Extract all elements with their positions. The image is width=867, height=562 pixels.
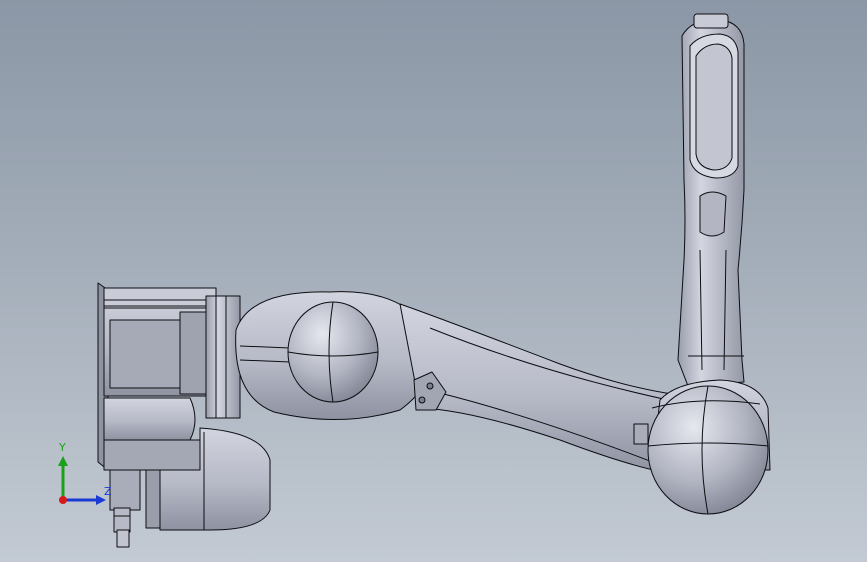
y-axis-label: Y (59, 441, 66, 454)
robot-arm-model[interactable] (0, 0, 867, 562)
cad-viewport[interactable]: Y Z (0, 0, 867, 562)
triad-axes (58, 456, 106, 505)
z-axis-label: Z (104, 485, 112, 498)
x-axis-origin (59, 496, 67, 504)
coordinate-triad: Y Z (44, 438, 124, 518)
upper-arm-link (399, 303, 677, 475)
forearm-link (677, 13, 745, 387)
y-axis-arrowhead (58, 456, 68, 466)
